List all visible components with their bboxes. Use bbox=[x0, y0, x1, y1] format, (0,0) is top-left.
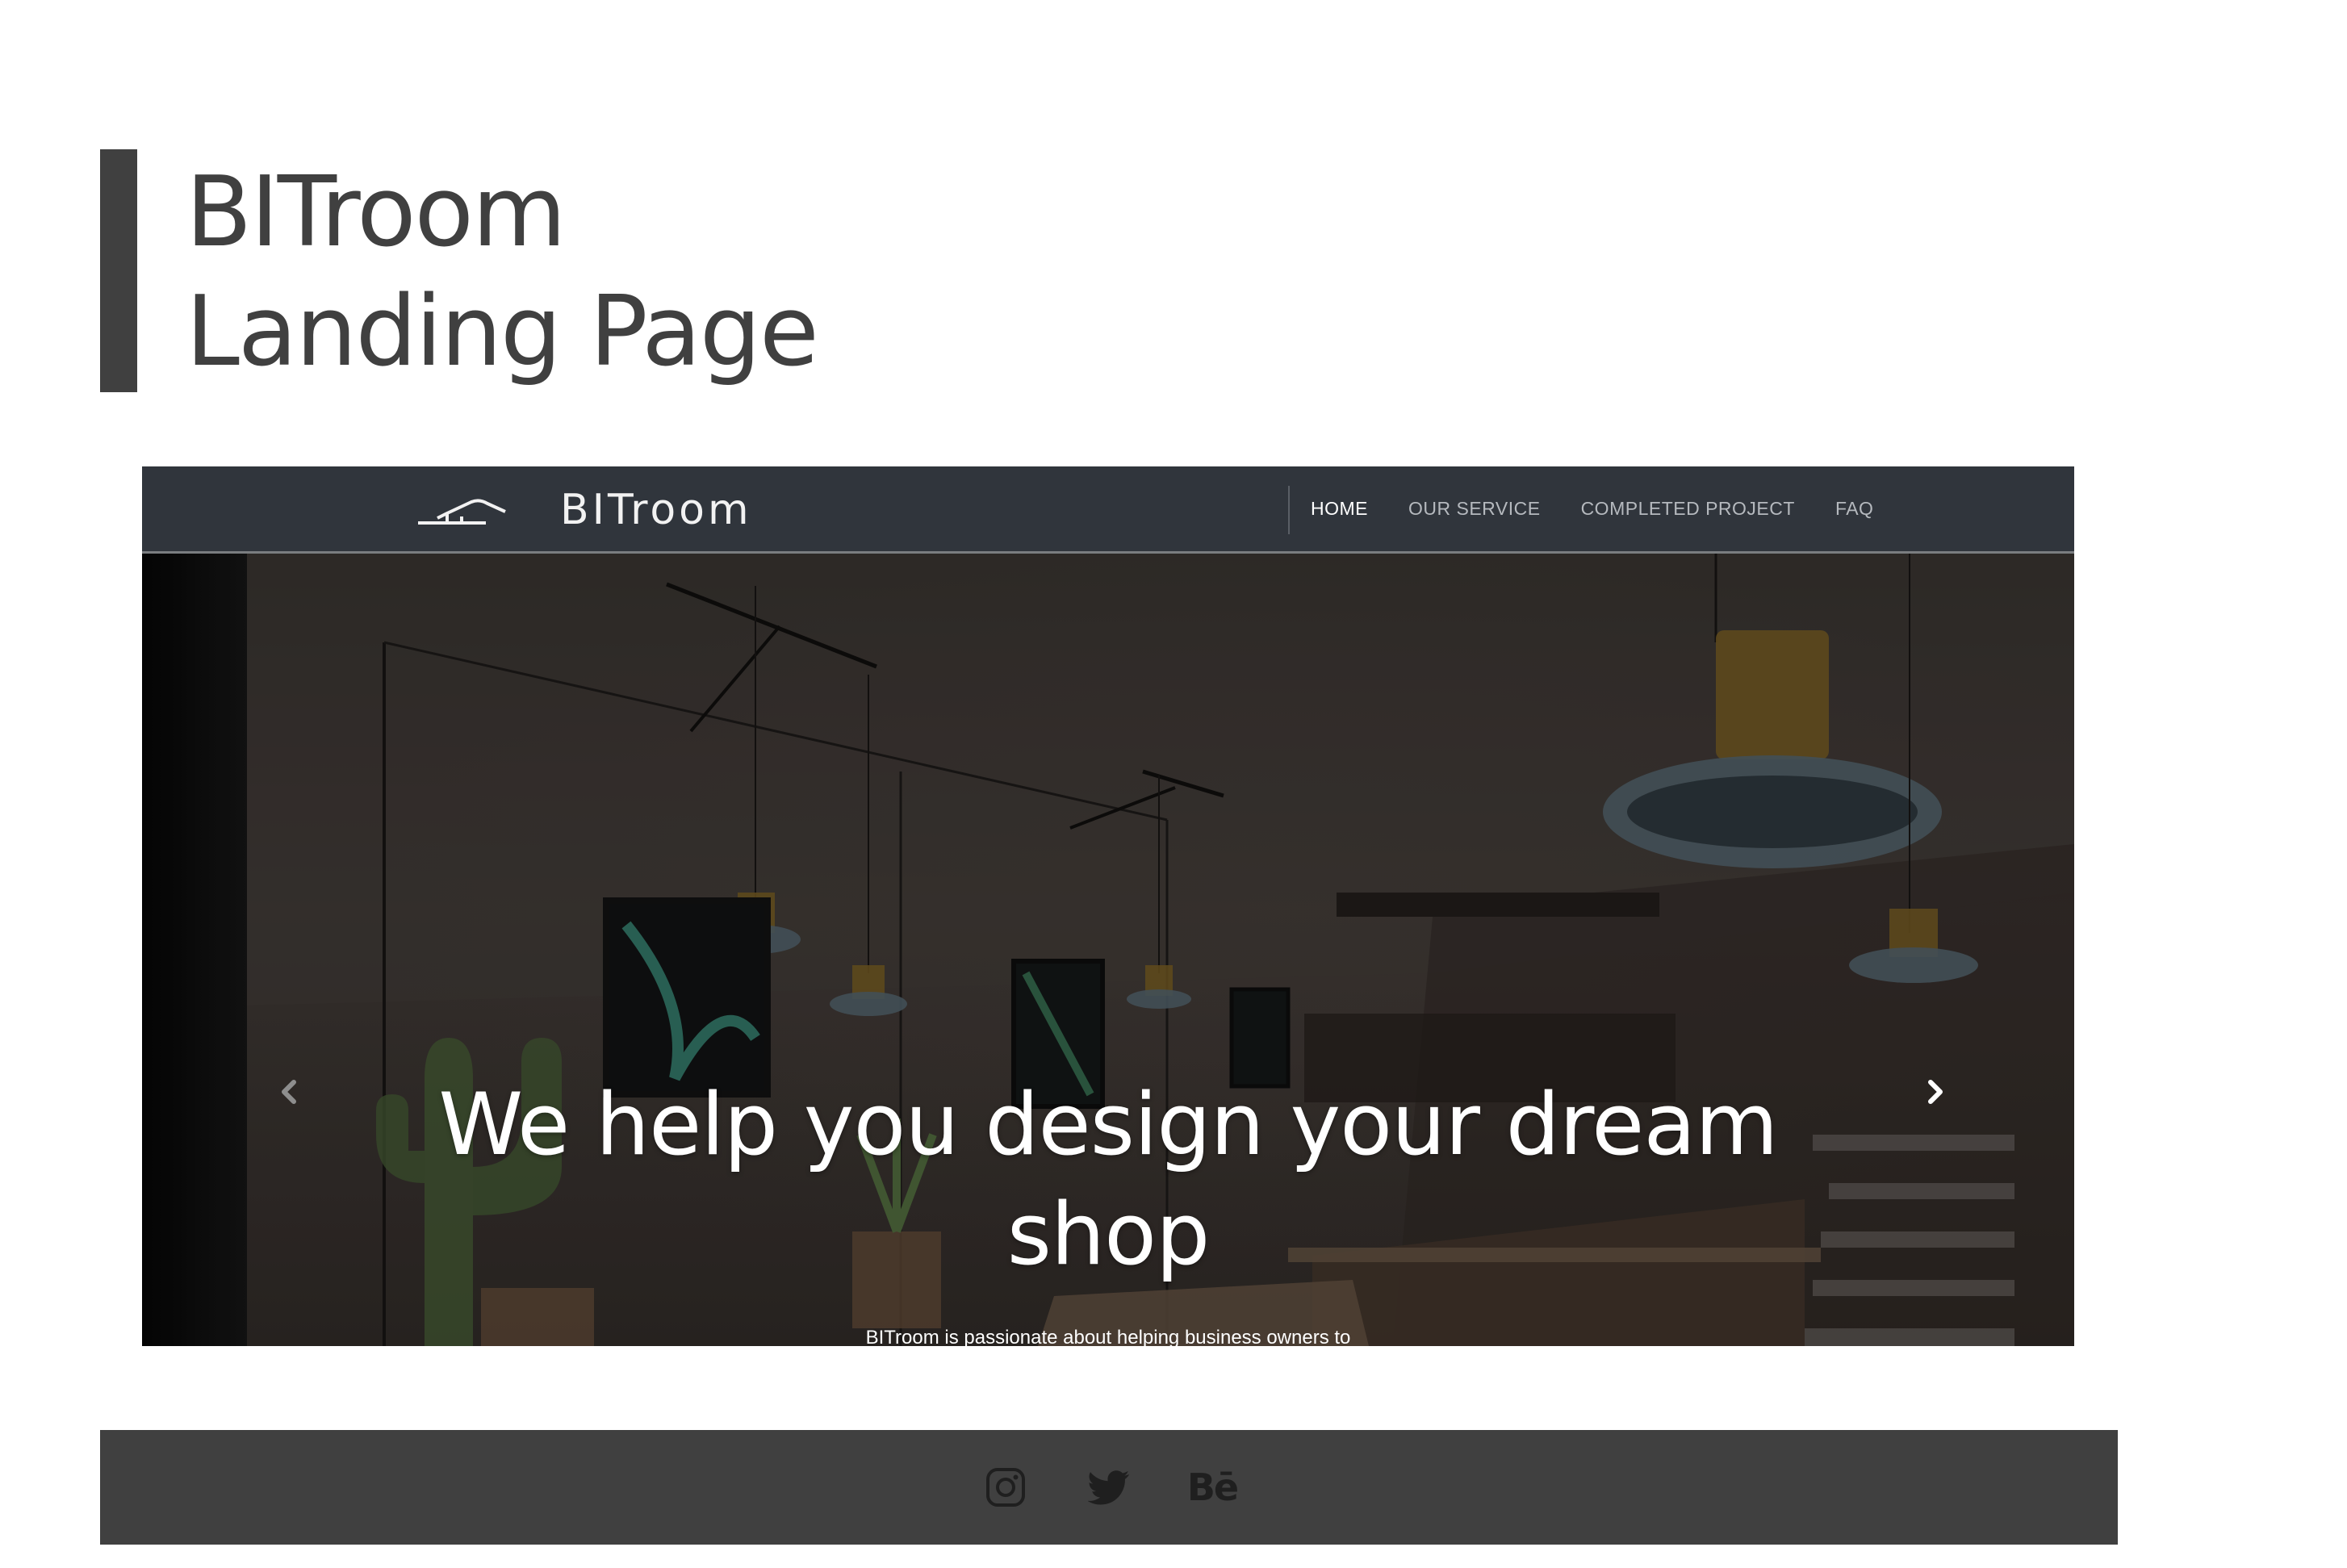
title-line-2: Landing Page bbox=[186, 276, 819, 388]
behance-icon: Bē bbox=[1186, 1466, 1239, 1509]
social-links: Bē bbox=[100, 1430, 2118, 1545]
behance-link[interactable]: Bē bbox=[1186, 1465, 1239, 1510]
page: BITroom Landing Page BITroom HOME OUR SE… bbox=[0, 0, 2347, 1568]
hero-heading-line-2: shop bbox=[1006, 1185, 1211, 1284]
site-logo[interactable]: BITroom bbox=[415, 484, 752, 536]
landing-page-screenshot: BITroom HOME OUR SERVICE COMPLETED PROJE… bbox=[142, 466, 2074, 1346]
page-title: BITroom Landing Page bbox=[186, 153, 819, 392]
twitter-link[interactable] bbox=[1086, 1465, 1132, 1510]
title-accent-bar bbox=[100, 149, 137, 392]
logo-text: BITroom bbox=[560, 486, 752, 534]
instagram-icon bbox=[986, 1468, 1025, 1507]
nav-faq[interactable]: FAQ bbox=[1835, 498, 1874, 520]
site-navbar: BITroom HOME OUR SERVICE COMPLETED PROJE… bbox=[142, 466, 2074, 554]
roof-logo-icon bbox=[418, 499, 506, 525]
hero-heading-line-1: We help you design your dream bbox=[438, 1075, 1778, 1174]
nav-home[interactable]: HOME bbox=[1311, 498, 1368, 520]
main-nav: HOME OUR SERVICE COMPLETED PROJECT FAQ bbox=[1311, 466, 1873, 551]
twitter-icon bbox=[1088, 1470, 1130, 1505]
hero-heading: We help you design your dream shop bbox=[142, 1070, 2074, 1290]
nav-divider bbox=[1288, 486, 1290, 534]
instagram-link[interactable] bbox=[983, 1465, 1028, 1510]
hero-carousel: We help you design your dream shop BITro… bbox=[142, 554, 2074, 1346]
nav-our-service[interactable]: OUR SERVICE bbox=[1408, 498, 1541, 520]
title-line-1: BITroom bbox=[186, 157, 567, 269]
hero-subtext: BITroom is passionate about helping busi… bbox=[865, 1327, 1351, 1346]
nav-completed-project[interactable]: COMPLETED PROJECT bbox=[1581, 498, 1795, 520]
social-footer: Bē bbox=[100, 1430, 2118, 1545]
